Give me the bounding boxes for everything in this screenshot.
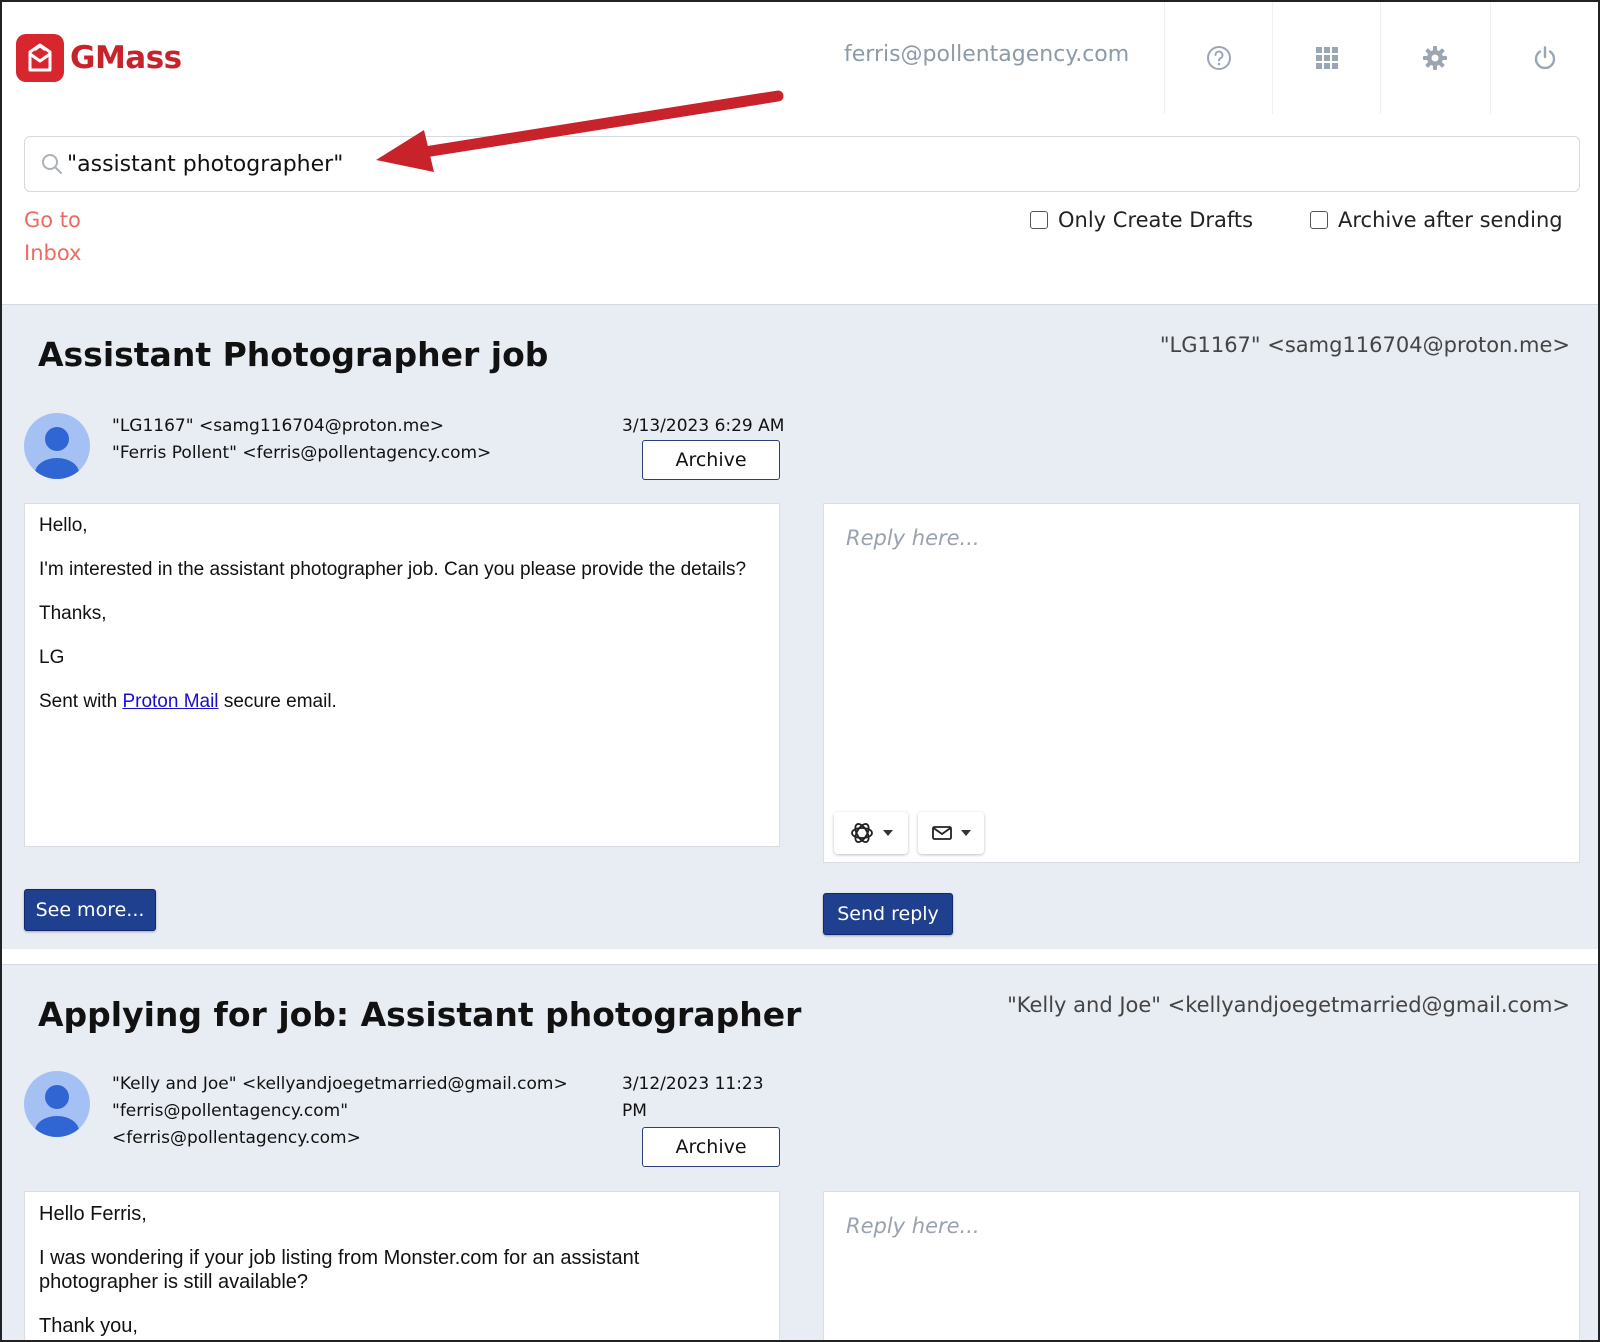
help-button[interactable] [1164,2,1272,114]
email-to: "Ferris Pollent" <ferris@pollentagency.c… [112,443,492,463]
only-create-drafts-option[interactable]: Only Create Drafts [1030,208,1253,232]
gmass-logo[interactable]: GMass [16,34,182,82]
body-greeting: Hello, [39,515,88,536]
gmass-logo-icon [16,34,64,82]
only-create-drafts-label: Only Create Drafts [1058,208,1254,232]
top-header: GMass ferris@pollentagency.com [2,2,1598,114]
reply-placeholder: Reply here... [846,526,980,550]
email-date: 3/13/2023 6:29 AM [622,416,785,436]
footer-suffix: secure email. [218,691,337,712]
reply-editor[interactable]: Reply here... [823,1191,1580,1340]
settings-button[interactable] [1380,2,1488,114]
email-to: "ferris@pollentagency.com" [112,1101,349,1121]
openai-icon [851,823,873,843]
email-date: 3/12/2023 11:23 [622,1074,764,1094]
ai-assist-dropdown[interactable] [834,812,908,854]
logout-button[interactable] [1490,2,1598,114]
user-avatar-icon [35,1085,79,1137]
see-more-button[interactable]: See more... [24,889,156,931]
archive-after-sending-label: Archive after sending [1338,208,1563,232]
power-icon [1534,46,1555,70]
body-greeting: Hello Ferris, [39,1203,147,1225]
apps-button[interactable] [1272,2,1380,114]
email-from: "Kelly and Joe" <kellyandjoegetmarried@g… [112,1074,568,1094]
envelope-icon [932,826,952,840]
body-line: I'm interested in the assistant photogra… [39,559,747,580]
apps-grid-icon [1315,47,1338,69]
gear-icon [1422,46,1447,70]
annotation-arrow [376,90,784,172]
email-body: Hello, I'm interested in the assistant p… [24,503,780,847]
email-sender-header: "Kelly and Joe" <kellyandjoegetmarried@g… [1007,993,1570,1017]
reply-placeholder: Reply here... [846,1214,980,1238]
reply-editor[interactable]: Reply here... [823,503,1580,863]
user-avatar-icon [35,427,79,479]
email-from: "LG1167" <samg116704@proton.me> [112,416,445,436]
search-bar[interactable] [24,136,1580,192]
proton-mail-link[interactable]: Proton Mail [122,691,218,712]
help-icon [1206,46,1231,70]
email-body: Hello Ferris, I was wondering if your jo… [24,1191,780,1340]
app-window: GMass ferris@pollentagency.com "assistan… [0,0,1600,1342]
footer-prefix: Sent with [39,691,123,712]
body-line: I was wondering if your job listing from… [39,1247,640,1293]
email-sender-header: "LG1167" <samg116704@proton.me> [1159,333,1570,357]
archive-after-sending-checkbox[interactable] [1310,211,1328,229]
archive-button[interactable]: Archive [642,440,780,480]
archive-after-sending-option[interactable]: Archive after sending [1310,208,1563,232]
send-reply-button[interactable]: Send reply [823,893,953,935]
archive-button[interactable]: Archive [642,1127,780,1167]
body-thanks: Thanks, [39,603,107,624]
email-subject: Assistant Photographer job [38,335,549,374]
account-email: ferris@pollentagency.com [844,42,1130,67]
only-create-drafts-checkbox[interactable] [1030,211,1048,229]
email-to-address: <ferris@pollentagency.com> [112,1128,361,1148]
chevron-down-icon [883,830,893,836]
avatar [24,1071,90,1137]
search-input[interactable] [67,147,1547,181]
email-card: Applying for job: Assistant photographer… [2,964,1598,1340]
go-to-inbox-link[interactable]: Go to Inbox [24,204,114,270]
chevron-down-icon [961,830,971,836]
email-date-ampm: PM [622,1101,647,1121]
body-closing: Thank you, [39,1315,138,1337]
body-signature: LG [39,647,65,668]
email-subject: Applying for job: Assistant photographer [38,995,802,1034]
template-dropdown[interactable] [918,812,984,854]
email-card: Assistant Photographer job "LG1167" <sam… [2,304,1598,949]
brand-name: GMass [70,40,182,76]
search-icon [42,154,62,174]
avatar [24,413,90,479]
body-footer: Sent with Proton Mail secure email. [39,690,765,714]
